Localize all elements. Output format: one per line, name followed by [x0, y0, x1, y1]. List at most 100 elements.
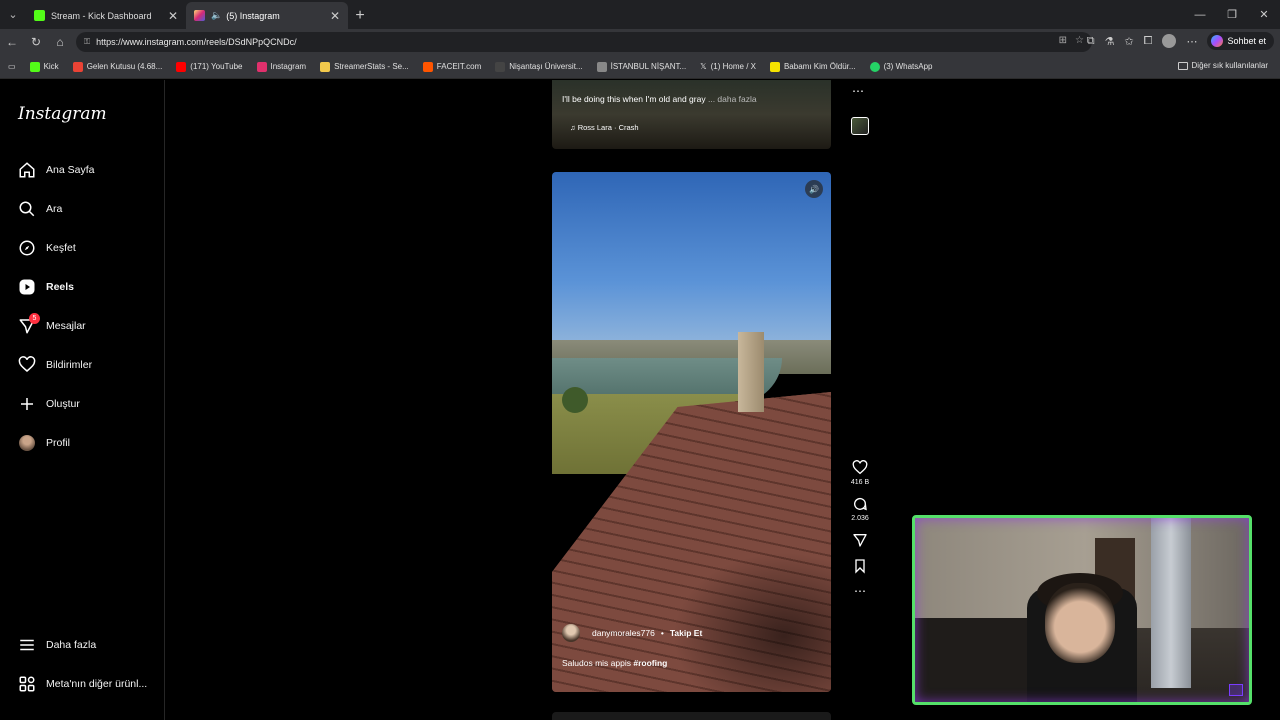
search-icon	[18, 200, 36, 218]
next-reel[interactable]	[552, 712, 831, 720]
follow-button[interactable]: Takip Et	[670, 628, 702, 638]
site-info-icon[interactable]: ⚿	[84, 37, 90, 47]
share-button[interactable]	[848, 532, 872, 548]
minimize-icon[interactable]: —	[1184, 0, 1216, 29]
sidebar-item-home[interactable]: Ana Sayfa	[18, 158, 94, 182]
comment-icon	[854, 498, 867, 511]
sidebar-item-more[interactable]: Daha fazla	[18, 633, 96, 657]
favorites-icon[interactable]: ✩	[1124, 35, 1133, 48]
more-icon: ⋯	[854, 584, 866, 598]
other-bookmarks[interactable]: Diğer sık kullanılanlar	[1177, 61, 1268, 70]
restore-icon[interactable]: ❐	[1216, 0, 1248, 29]
close-tab-icon[interactable]: ✕	[168, 9, 178, 23]
address-bar[interactable]: ⚿ https://www.instagram.com/reels/DSdNPp…	[76, 32, 1092, 52]
avatar[interactable]	[562, 624, 580, 642]
overlay-logo-icon	[1229, 684, 1243, 696]
app-available-icon[interactable]: ⊞	[1059, 35, 1067, 46]
close-tab-icon[interactable]: ✕	[330, 9, 340, 23]
compass-icon	[18, 239, 36, 257]
university-icon	[495, 61, 506, 72]
browser-toolbar: ← ↻ ⌂ ⚿ https://www.instagram.com/reels/…	[0, 29, 1280, 55]
sidebar-item-create[interactable]: Oluştur	[18, 392, 80, 416]
audio-thumbnail[interactable]	[851, 117, 869, 135]
heart-icon	[18, 356, 36, 374]
bookmark-nisantasi[interactable]: Nişantaşı Üniversit...	[495, 61, 583, 72]
bookmark-youtube[interactable]: (171) YouTube	[176, 61, 243, 72]
sidebar-item-explore[interactable]: Keşfet	[18, 236, 76, 260]
tab-instagram[interactable]: 🔈 (5) Instagram ✕	[186, 2, 348, 29]
more-link[interactable]: ... daha fazla	[708, 94, 757, 104]
avatar	[18, 434, 36, 452]
previous-reel-caption: I'll be doing this when I'm old and gray…	[562, 94, 757, 104]
music-info[interactable]: ♫ Ross Lara · Crash	[570, 123, 639, 132]
copilot-icon	[1211, 35, 1224, 47]
save-button[interactable]	[848, 558, 872, 574]
webcam-overlay	[912, 515, 1252, 705]
bookmark-whatsapp[interactable]: (3) WhatsApp	[869, 61, 932, 72]
tv-icon	[769, 61, 780, 72]
tab-kick-dashboard[interactable]: Stream - Kick Dashboard ✕	[26, 2, 186, 29]
instagram-icon	[256, 61, 267, 72]
home-browser-icon[interactable]: ⌂	[48, 30, 72, 54]
tab-actions-icon[interactable]: ⌄	[0, 0, 26, 29]
whatsapp-icon	[869, 61, 880, 72]
sidebar-item-notifications[interactable]: Bildirimler	[18, 353, 92, 377]
copilot-label: Sohbet et	[1227, 36, 1266, 46]
reel-author: danymorales776 • Takip Et	[562, 624, 702, 642]
username[interactable]: danymorales776	[592, 628, 655, 638]
address-bar-icons: ⊞ ☆	[1059, 35, 1084, 46]
heart-icon	[852, 460, 868, 475]
more-options-icon[interactable]: ⋯	[1186, 35, 1197, 48]
new-tab-button[interactable]: +	[348, 2, 372, 29]
bookmark-istanbul[interactable]: İSTANBUL NİŞANT...	[596, 61, 686, 72]
bookmark-gmail[interactable]: Gelen Kutusu (4.68...	[72, 61, 162, 72]
bookmark-streamerstats[interactable]: StreamerStats - Se...	[320, 61, 409, 72]
bookmark-instagram[interactable]: Instagram	[256, 61, 306, 72]
sidebar-item-messages[interactable]: 5 Mesajlar	[18, 313, 86, 338]
share-icon	[853, 534, 867, 547]
sidebar-item-reels[interactable]: Reels	[18, 275, 74, 299]
sound-toggle-icon[interactable]: 🔊	[805, 180, 823, 198]
tab-title: (5) Instagram	[226, 10, 280, 21]
browser-tab-bar: ⌄ Stream - Kick Dashboard ✕ 🔈 (5) Instag…	[0, 0, 1280, 29]
tab-sidebar-icon[interactable]: ▭	[8, 62, 16, 71]
comment-count: 2.036	[851, 515, 869, 522]
chart-icon	[320, 61, 331, 72]
meta-apps-icon	[18, 675, 36, 693]
back-icon[interactable]: ←	[0, 30, 24, 54]
bookmark-x[interactable]: 𝕏 (1) Home / X	[700, 62, 756, 71]
tab-title: Stream - Kick Dashboard	[51, 10, 152, 21]
previous-reel[interactable]: I'll be doing this when I'm old and gray…	[552, 80, 831, 149]
reel-caption: Saludos mis appis #roofing	[562, 658, 668, 668]
extensions-icon[interactable]: ⧉	[1087, 35, 1095, 48]
folder-icon	[1177, 61, 1188, 70]
prev-more-options-icon[interactable]: ⋯	[852, 84, 864, 98]
faceit-icon	[422, 61, 433, 72]
close-window-icon[interactable]: ✕	[1248, 0, 1280, 29]
instagram-logo[interactable]: Instagram	[18, 104, 107, 124]
like-button[interactable]: 416 B	[848, 460, 872, 486]
copilot-button[interactable]: Sohbet et	[1207, 32, 1274, 50]
sidebar-item-search[interactable]: Ara	[18, 197, 62, 221]
profile-avatar[interactable]	[1162, 34, 1177, 48]
notification-badge: 5	[29, 313, 40, 324]
reels-icon	[18, 278, 36, 296]
collections-icon[interactable]: ⧠	[1144, 35, 1153, 48]
gmail-icon	[72, 61, 83, 72]
reel-video[interactable]: 🔊 danymorales776 • Takip Et Saludos mis …	[552, 172, 831, 692]
favorite-star-icon[interactable]: ☆	[1075, 35, 1084, 46]
youtube-icon	[176, 61, 187, 72]
more-options-button[interactable]: ⋯	[848, 584, 872, 598]
split-screen-icon[interactable]: ⚗	[1105, 35, 1115, 48]
reload-icon[interactable]: ↻	[24, 30, 48, 54]
bookmark-kick[interactable]: Kick	[29, 61, 59, 72]
comment-button[interactable]: 2.036	[848, 496, 872, 522]
menu-icon	[18, 636, 36, 654]
bookmark-faceit[interactable]: FACEIT.com	[422, 61, 481, 72]
hashtag-link[interactable]: #roofing	[633, 658, 667, 668]
speaker-icon[interactable]: 🔈	[211, 10, 222, 21]
kick-icon	[29, 61, 40, 72]
sidebar-item-profile[interactable]: Profil	[18, 431, 70, 455]
sidebar-item-meta[interactable]: Meta'nın diğer ürünl...	[18, 672, 147, 696]
bookmark-babami[interactable]: Babamı Kim Öldür...	[769, 61, 856, 72]
